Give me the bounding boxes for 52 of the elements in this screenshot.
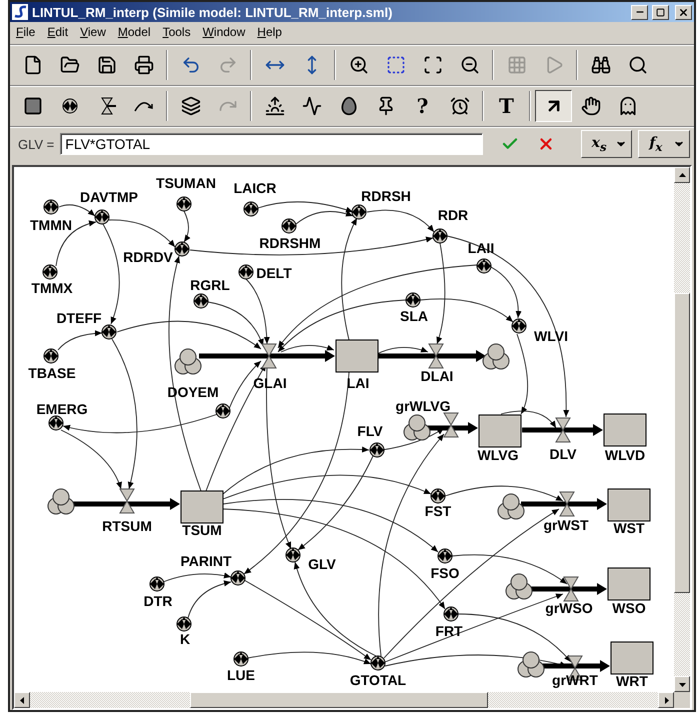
variable-label: TMMX (31, 280, 73, 296)
menu-item[interactable]: Edit (47, 25, 68, 41)
variable-label: RDRDV (123, 249, 173, 265)
variable-label: EMERG (36, 401, 88, 417)
variable-label: DELT (256, 265, 292, 281)
variable-label: RGRL (190, 277, 230, 293)
variable-label: FRT (435, 623, 463, 639)
variable-label: FST (424, 503, 452, 519)
flow-label: grWSO (545, 600, 593, 616)
variable-label: TSUMAN (156, 175, 216, 191)
variable-label: DTR (144, 593, 172, 609)
formula-label: GLV = (18, 136, 54, 152)
compartment-label: WST (613, 520, 645, 536)
menu-item[interactable]: Help (257, 25, 282, 41)
window-title: LINTUL_RM_interp (Simile model: LINTUL_RM_interp.sml) (32, 4, 394, 20)
menu-item[interactable]: File (16, 25, 36, 41)
menu-item[interactable]: Tools (162, 25, 191, 41)
compartment-label: WLVG (478, 447, 518, 463)
function-dropdown[interactable]: x$_{s}$ (580, 130, 632, 158)
toolbar-button[interactable]: T (488, 90, 525, 122)
variable-label: LAICR (234, 180, 276, 196)
formula-field[interactable]: FLV*GTOTAL (60, 133, 484, 155)
function-dropdown[interactable]: f$_{x}$ (638, 130, 690, 158)
menu-item[interactable]: Model (118, 25, 151, 41)
toolbar-button[interactable]: ? (404, 90, 441, 122)
variable-label: FLV (357, 423, 383, 439)
variable-label: LUE (227, 667, 255, 683)
flow-label: grWRT (552, 672, 598, 688)
variable-label: GLV (308, 556, 336, 572)
variable-label: GTOTAL (350, 672, 406, 688)
variable-label: SLA (400, 308, 428, 324)
flow-label: grWLVG (396, 398, 450, 414)
flow-label: RTSUM (102, 518, 152, 534)
compartment-label: WSO (612, 600, 646, 616)
variable-label: RDRSH (361, 188, 411, 204)
variable-label: K (180, 631, 190, 647)
flow-label: DLV (550, 446, 576, 462)
flow-label: grWST (543, 517, 589, 533)
variable-label: TMMN (30, 217, 72, 233)
menu-item[interactable]: Window (202, 25, 246, 41)
variable-label: RDRSHM (259, 235, 321, 251)
compartment-label: TSUM (182, 522, 222, 538)
flow-label: DLAI (420, 368, 454, 384)
variable-label: DAVTMP (80, 189, 138, 205)
compartment-label: WRT (616, 673, 648, 689)
variable-label: DTEFF (56, 310, 102, 326)
variable-label: TBASE (28, 365, 76, 381)
variable-label: RDR (438, 207, 468, 223)
variable-label: FSO (430, 565, 460, 581)
compartment-label: WLVD (604, 447, 646, 463)
variable-label: PARINT (180, 553, 232, 569)
menu-item[interactable]: View (80, 25, 106, 41)
